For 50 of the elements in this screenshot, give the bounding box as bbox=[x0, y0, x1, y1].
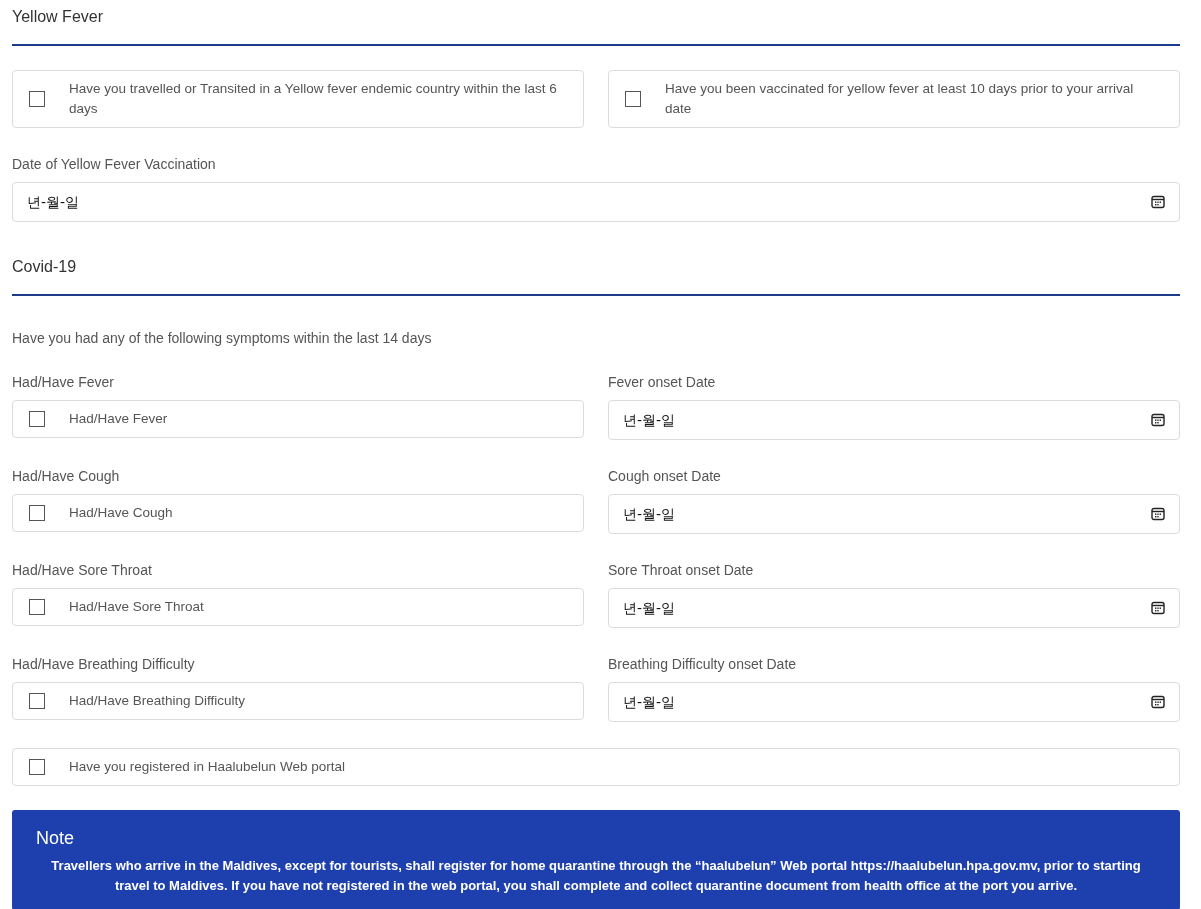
date-field[interactable]: 년-월-일 bbox=[608, 682, 1180, 722]
checkbox-label: Have you registered in Haalubelun Web portal bbox=[69, 758, 345, 776]
date-field[interactable]: 년-월-일 bbox=[12, 182, 1180, 222]
checkbox-label: Have you travelled or Transited in a Yellow fever endemic country within the last 6 days bbox=[69, 80, 558, 118]
note-text: Travellers who arrive in the Maldives, except for tourists, shall register for home quarantine through the “haalubelun” Web portal https://haalubelun.hpa.gov.mv, prior to starting travel to Maldives. If you have not registered in the web portal, you shall complete and collect quarantine document from health office at the port you arrive. bbox=[50, 857, 1142, 895]
calendar-icon[interactable] bbox=[1151, 413, 1165, 427]
checkbox-label: Had/Have Fever bbox=[69, 410, 168, 428]
checkbox[interactable] bbox=[29, 759, 45, 775]
date-placeholder: 년-월-일 bbox=[623, 598, 676, 618]
checkbox[interactable] bbox=[29, 599, 45, 615]
note-title: Note bbox=[36, 827, 76, 850]
checkbox-card[interactable]: Have you been vaccinated for yellow fever at least 10 days prior to your arrival date bbox=[608, 70, 1180, 128]
field-label: Sore Throat onset Date bbox=[608, 561, 755, 580]
date-placeholder: 년-월-일 bbox=[623, 692, 676, 712]
checkbox-card[interactable]: Had/Have Cough bbox=[12, 494, 584, 532]
checkbox[interactable] bbox=[29, 693, 45, 709]
field-label: Had/Have Sore Throat bbox=[12, 561, 153, 580]
checkbox-card[interactable]: Had/Have Breathing Difficulty bbox=[12, 682, 584, 720]
checkbox[interactable] bbox=[29, 411, 45, 427]
field-label: Breathing Difficulty onset Date bbox=[608, 655, 798, 674]
calendar-icon[interactable] bbox=[1151, 601, 1165, 615]
checkbox-label: Had/Have Sore Throat bbox=[69, 598, 204, 616]
date-placeholder: 년-월-일 bbox=[623, 504, 676, 524]
field-label: Fever onset Date bbox=[608, 373, 717, 392]
checkbox-label: Had/Have Breathing Difficulty bbox=[69, 692, 246, 710]
date-field[interactable]: 년-월-일 bbox=[608, 588, 1180, 628]
symptoms-intro: Have you had any of the following symptoms within the last 14 days bbox=[12, 329, 433, 348]
checkbox-label: Had/Have Cough bbox=[69, 504, 173, 522]
date-placeholder: 년-월-일 bbox=[623, 410, 676, 430]
calendar-icon[interactable] bbox=[1151, 695, 1165, 709]
field-label: Had/Have Breathing Difficulty bbox=[12, 655, 196, 674]
checkbox[interactable] bbox=[29, 91, 45, 107]
field-label: Date of Yellow Fever Vaccination bbox=[12, 155, 217, 174]
checkbox-label: Have you been vaccinated for yellow fever at least 10 days prior to your arrival date bbox=[665, 80, 1135, 118]
date-field[interactable]: 년-월-일 bbox=[608, 400, 1180, 440]
checkbox[interactable] bbox=[625, 91, 641, 107]
date-placeholder: 년-월-일 bbox=[27, 192, 80, 212]
checkbox-card[interactable]: Have you travelled or Transited in a Yellow fever endemic country within the last 6 days bbox=[12, 70, 584, 128]
field-label: Had/Have Fever bbox=[12, 373, 115, 392]
field-label: Cough onset Date bbox=[608, 467, 722, 486]
section-heading: Covid-19 bbox=[12, 257, 78, 277]
date-field[interactable]: 년-월-일 bbox=[608, 494, 1180, 534]
checkbox[interactable] bbox=[29, 505, 45, 521]
field-label: Had/Have Cough bbox=[12, 467, 121, 486]
checkbox-card[interactable]: Had/Have Fever bbox=[12, 400, 584, 438]
checkbox-card[interactable]: Had/Have Sore Throat bbox=[12, 588, 584, 626]
calendar-icon[interactable] bbox=[1151, 507, 1165, 521]
checkbox-card[interactable]: Have you registered in Haalubelun Web portal bbox=[12, 748, 1180, 786]
section-heading: Yellow Fever bbox=[12, 7, 104, 27]
calendar-icon[interactable] bbox=[1151, 195, 1165, 209]
